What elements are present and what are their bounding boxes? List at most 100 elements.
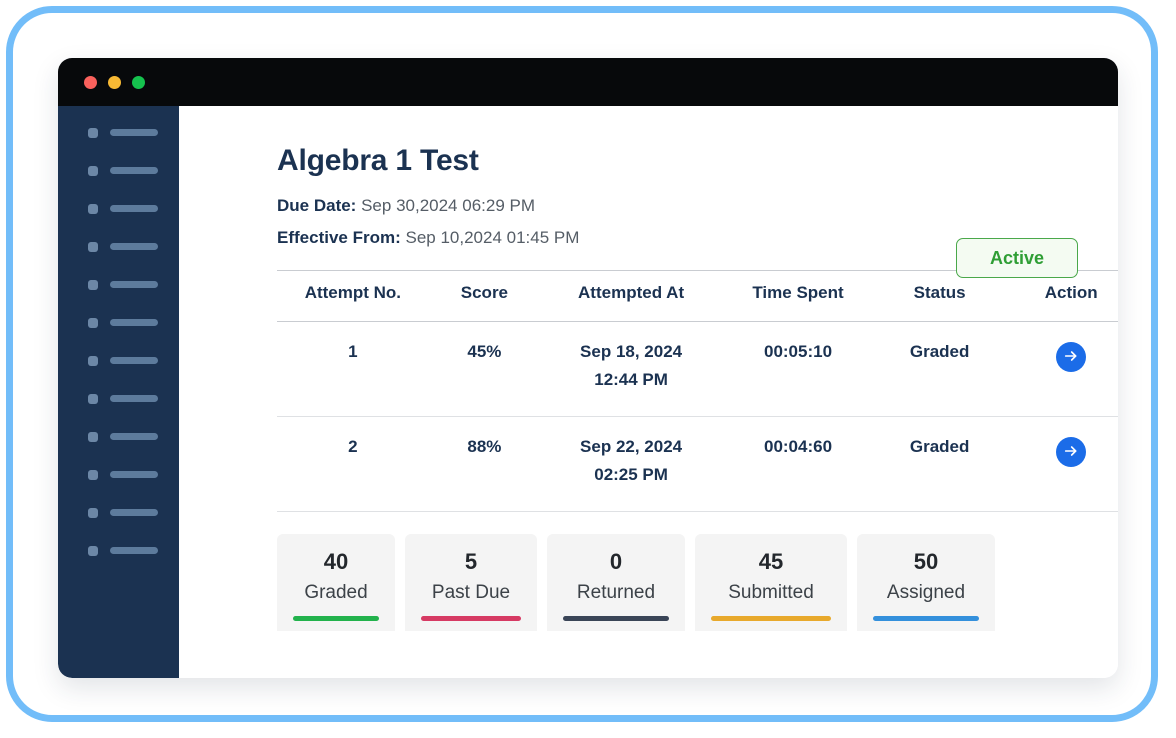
- table-header-row: Attempt No. Score Attempted At Time Spen…: [277, 270, 1118, 322]
- sidebar-placeholder-item[interactable]: [88, 312, 179, 333]
- stat-value: 40: [323, 549, 349, 574]
- sidebar-item-label-placeholder: [110, 433, 158, 440]
- sidebar-item-label-placeholder: [110, 509, 158, 516]
- cell-attempt-no: 2: [277, 416, 429, 512]
- column-header-action: Action: [1005, 270, 1118, 322]
- cell-attempted-at: Sep 18, 2024 12:44 PM: [540, 321, 723, 417]
- sidebar-placeholder-item[interactable]: [88, 122, 179, 143]
- attempts-table: Attempt No. Score Attempted At Time Spen…: [277, 270, 1118, 512]
- sidebar-placeholder-item[interactable]: [88, 540, 179, 561]
- stat-card[interactable]: 50 Assigned: [857, 534, 995, 631]
- sidebar-item-label-placeholder: [110, 471, 158, 478]
- page-title: Algebra 1 Test: [277, 144, 479, 177]
- sidebar-placeholder-item[interactable]: [88, 388, 179, 409]
- cell-time-spent: 00:04:60: [722, 416, 874, 512]
- maximize-window-button[interactable]: [132, 75, 145, 89]
- stat-card[interactable]: 45 Submitted: [695, 534, 847, 631]
- sidebar-item-label-placeholder: [110, 395, 158, 402]
- sidebar-placeholder-item[interactable]: [88, 426, 179, 447]
- due-date-value: Sep 30,2024 06:29 PM: [361, 196, 536, 215]
- sidebar-placeholder-item[interactable]: [88, 464, 179, 485]
- stat-value: 45: [758, 549, 784, 574]
- stat-label: Past Due: [431, 581, 511, 603]
- cell-action: [1005, 321, 1118, 417]
- sidebar-item-icon-placeholder: [88, 507, 98, 518]
- cell-score: 88%: [428, 416, 541, 512]
- cell-attempt-no: 1: [277, 321, 429, 417]
- view-attempt-button[interactable]: [1056, 342, 1087, 372]
- column-header-score: Score: [428, 270, 541, 322]
- sidebar-placeholder-item[interactable]: [88, 198, 179, 219]
- stat-underline: [421, 615, 521, 621]
- close-window-button[interactable]: [84, 75, 97, 89]
- sidebar-item-icon-placeholder: [88, 393, 98, 404]
- sidebar-item-icon-placeholder: [88, 165, 98, 176]
- minimize-window-button[interactable]: [108, 75, 121, 89]
- stats-cards: 40 Graded 5 Past Due 0 Returned 45 Submitted 50 A…: [277, 534, 1118, 631]
- cell-status: Graded: [873, 321, 1006, 417]
- cell-score: 45%: [428, 321, 541, 417]
- sidebar-item-icon-placeholder: [88, 127, 98, 138]
- sidebar-item-icon-placeholder: [88, 203, 98, 214]
- sidebar: [58, 106, 179, 678]
- sidebar-item-icon-placeholder: [88, 317, 98, 328]
- sidebar-item-label-placeholder: [110, 205, 158, 212]
- table-row: 1 45% Sep 18, 2024 12:44 PM 00:05:10 Graded: [277, 321, 1118, 417]
- app-window: Algebra 1 Test Due Date: Sep 30,2024 06:…: [58, 58, 1118, 678]
- cell-time-spent: 00:05:10: [722, 321, 874, 417]
- sidebar-item-label-placeholder: [110, 167, 158, 174]
- arrow-right-icon: [1063, 348, 1079, 367]
- sidebar-placeholder-item[interactable]: [88, 160, 179, 181]
- attempted-at-time: 02:25 PM: [594, 465, 668, 484]
- sidebar-item-label-placeholder: [110, 281, 158, 288]
- column-header-attempted-at: Attempted At: [540, 270, 723, 322]
- stat-card[interactable]: 0 Returned: [547, 534, 685, 631]
- sidebar-item-label-placeholder: [110, 547, 158, 554]
- effective-from-label: Effective From:: [277, 228, 401, 247]
- main-content: Algebra 1 Test Due Date: Sep 30,2024 06:…: [179, 106, 1118, 678]
- sidebar-placeholder-item[interactable]: [88, 350, 179, 371]
- sidebar-item-icon-placeholder: [88, 469, 98, 480]
- due-date-label: Due Date:: [277, 196, 357, 215]
- table-row: 2 88% Sep 22, 2024 02:25 PM 00:04:60 Graded: [277, 416, 1118, 512]
- stat-underline: [563, 615, 669, 621]
- status-badge: Active: [956, 238, 1078, 278]
- stat-value: 5: [464, 549, 478, 574]
- sidebar-placeholder-item[interactable]: [88, 274, 179, 295]
- sidebar-item-icon-placeholder: [88, 355, 98, 366]
- cell-status: Graded: [873, 416, 1006, 512]
- sidebar-item-label-placeholder: [110, 129, 158, 136]
- due-date-row: Due Date: Sep 30,2024 06:29 PM: [277, 196, 1078, 216]
- stat-label: Assigned: [886, 581, 966, 603]
- sidebar-item-label-placeholder: [110, 357, 158, 364]
- sidebar-item-icon-placeholder: [88, 545, 98, 556]
- stat-value: 50: [913, 549, 939, 574]
- stat-label: Submitted: [728, 581, 814, 603]
- sidebar-item-label-placeholder: [110, 243, 158, 250]
- stat-card[interactable]: 5 Past Due: [405, 534, 537, 631]
- stat-value: 0: [609, 549, 623, 574]
- stat-card[interactable]: 40 Graded: [277, 534, 395, 631]
- stat-label: Graded: [304, 581, 368, 603]
- sidebar-item-icon-placeholder: [88, 279, 98, 290]
- sidebar-placeholder-item[interactable]: [88, 236, 179, 257]
- attempted-at-time: 12:44 PM: [594, 370, 668, 389]
- column-header-time-spent: Time Spent: [722, 270, 874, 322]
- stat-underline: [711, 615, 831, 621]
- sidebar-item-label-placeholder: [110, 319, 158, 326]
- sidebar-item-icon-placeholder: [88, 431, 98, 442]
- sidebar-item-icon-placeholder: [88, 241, 98, 252]
- effective-from-value: Sep 10,2024 01:45 PM: [405, 228, 580, 247]
- attempted-at-date: Sep 18, 2024: [580, 342, 683, 361]
- column-header-status: Status: [873, 270, 1006, 322]
- window-titlebar: [58, 58, 1118, 106]
- cell-attempted-at: Sep 22, 2024 02:25 PM: [540, 416, 723, 512]
- column-header-attempt-no: Attempt No.: [277, 270, 429, 322]
- view-attempt-button[interactable]: [1056, 437, 1087, 467]
- sidebar-placeholder-item[interactable]: [88, 502, 179, 523]
- stat-underline: [873, 615, 979, 621]
- cell-action: [1005, 416, 1118, 512]
- attempted-at-date: Sep 22, 2024: [580, 437, 683, 456]
- arrow-right-icon: [1063, 443, 1079, 462]
- stat-underline: [293, 615, 379, 621]
